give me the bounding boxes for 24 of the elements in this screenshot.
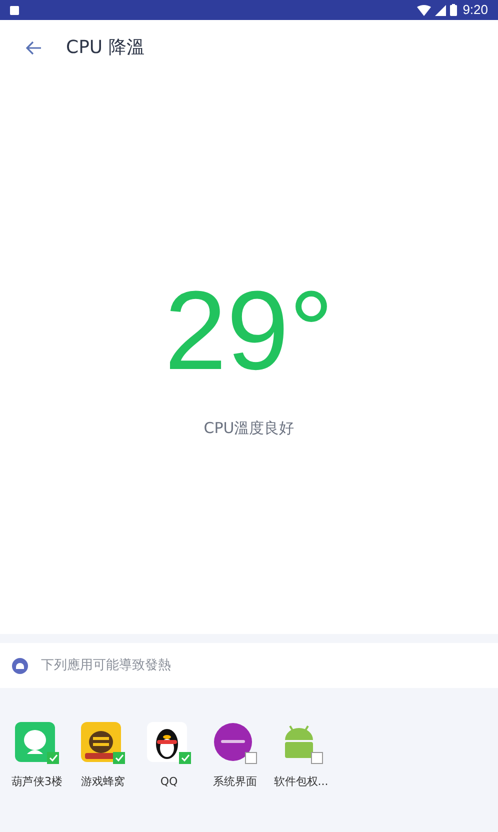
status-time: 9:20 (462, 1, 488, 20)
chat-bubble-app-icon (15, 722, 55, 762)
temperature-value: 29° (164, 275, 334, 387)
back-arrow-icon (26, 40, 42, 54)
page-title: CPU 降溫 (66, 36, 144, 60)
section-title: 下列應用可能導致發熱 (41, 656, 171, 675)
checkbox[interactable] (179, 752, 191, 764)
circle-app-icon (213, 722, 253, 762)
app-name: 葫芦侠3楼 (12, 774, 62, 790)
app-name: QQ (160, 774, 178, 790)
app-name: 游戏蜂窝 (81, 774, 125, 790)
temperature-status: CPU溫度良好 (204, 418, 294, 439)
checkbox[interactable] (47, 752, 59, 764)
penguin-app-icon (147, 722, 187, 762)
checkbox[interactable] (311, 752, 323, 764)
checkbox[interactable] (113, 752, 125, 764)
notification-icon (10, 6, 19, 14)
battery-icon (450, 4, 457, 16)
checkbox[interactable] (245, 752, 257, 764)
app-name: 系统界面 (213, 774, 257, 790)
app-name: 软件包权... (274, 774, 328, 790)
signal-icon (434, 4, 446, 16)
bee-app-icon (81, 722, 121, 762)
wifi-icon (416, 4, 431, 16)
